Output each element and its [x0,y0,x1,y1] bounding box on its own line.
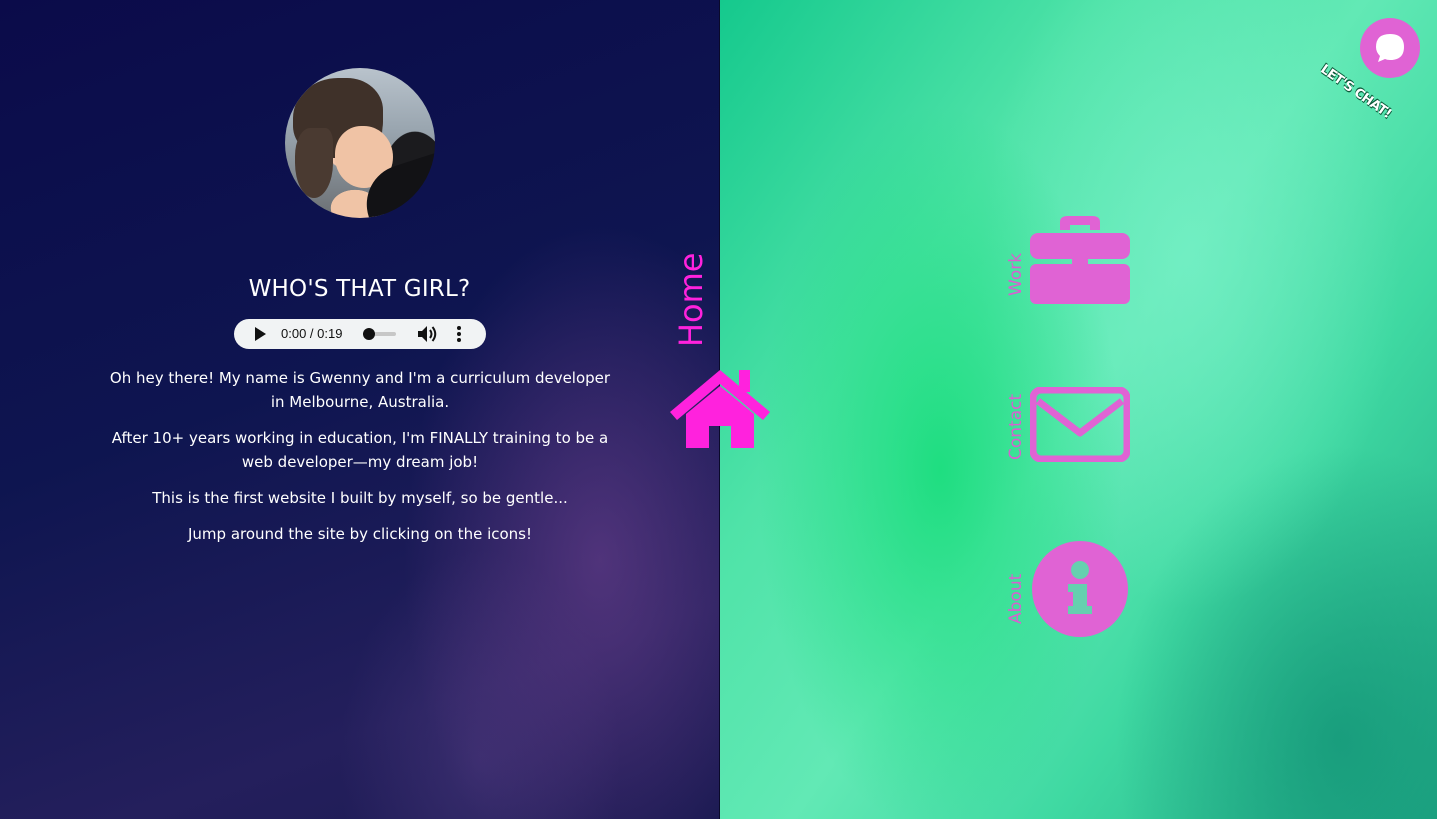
audio-progress-knob[interactable] [363,328,375,340]
envelope-icon[interactable] [1030,387,1130,462]
nav-label-contact[interactable]: Contact [1006,394,1026,460]
play-icon[interactable] [255,327,266,341]
intro-panel: WHO'S THAT GIRL? 0:00 / 0:19 Oh hey ther… [0,0,720,819]
briefcase-icon[interactable] [1030,216,1130,304]
volume-icon[interactable] [417,325,439,343]
audio-player[interactable]: 0:00 / 0:19 [234,319,486,349]
home-icon[interactable] [669,368,771,450]
nav-label-about[interactable]: About [1006,574,1026,624]
chat-bubble-icon [1376,34,1404,62]
nav-label-work[interactable]: Work [1006,253,1026,296]
avatar-hair-side [295,128,333,198]
home-label[interactable]: Home [672,253,710,348]
page-title: WHO'S THAT GIRL? [248,276,471,302]
avatar [285,68,435,218]
intro-paragraph: This is the first website I built by mys… [152,489,568,507]
audio-time: 0:00 / 0:19 [281,326,343,341]
intro-paragraph: After 10+ years working in education, I'… [111,429,609,471]
page: WHO'S THAT GIRL? 0:00 / 0:19 Oh hey ther… [0,0,1437,819]
intro-paragraph: Oh hey there! My name is Gwenny and I'm … [109,369,611,411]
chat-button[interactable] [1360,18,1420,78]
info-icon[interactable] [1031,540,1129,638]
more-options-icon[interactable] [456,326,462,343]
intro-paragraph: Jump around the site by clicking on the … [188,525,532,543]
